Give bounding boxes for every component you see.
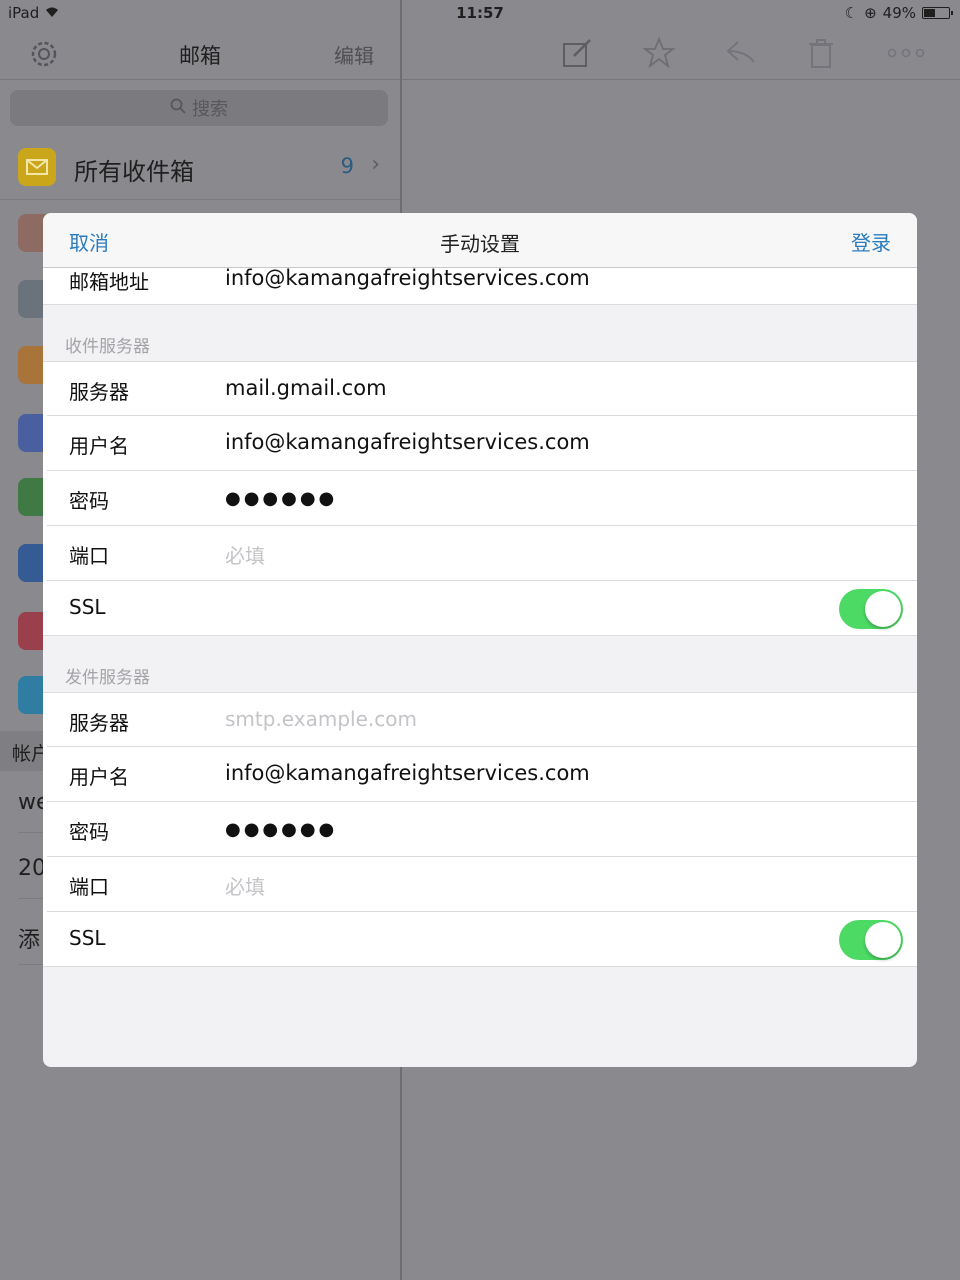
status-bar: iPad 11:57 ☾ ⊕ 49% [0,0,960,26]
message-toolbar [402,26,960,80]
incoming-username-field[interactable]: info@kamangafreightservices.com [225,430,590,454]
sidebar-header: 邮箱 编辑 [0,26,400,80]
search-placeholder: 搜索 [192,99,228,120]
outgoing-username-field[interactable]: info@kamangafreightservices.com [225,761,590,785]
incoming-password-row[interactable]: 密码 ●●●●●● [43,471,917,526]
outgoing-ssl-row: SSL [43,912,917,967]
outgoing-server-row[interactable]: 服务器 smtp.example.com [43,692,917,747]
incoming-server-label: 服务器 [69,380,129,404]
email-address-label: 邮箱地址 [69,270,149,294]
incoming-port-row[interactable]: 端口 必填 [43,526,917,581]
incoming-password-field[interactable]: ●●●●●● [225,488,337,509]
outgoing-username-row[interactable]: 用户名 info@kamangafreightservices.com [43,747,917,802]
incoming-server-row[interactable]: 服务器 mail.gmail.com [43,361,917,416]
battery-percent: 49% [882,4,916,22]
email-address-row[interactable]: 邮箱地址 info@kamangafreightservices.com [43,266,917,305]
reply-icon[interactable] [724,36,758,70]
status-time: 11:57 [456,4,504,22]
rotation-lock-icon: ⊕ [864,4,877,22]
incoming-username-label: 用户名 [69,434,129,458]
sheet-title: 手动设置 [440,232,520,256]
unread-count: 9 [340,154,354,178]
inbox-label: 所有收件箱 [74,158,194,186]
incoming-port-field[interactable]: 必填 [225,540,265,569]
outgoing-server-label: 服务器 [69,711,129,735]
incoming-ssl-toggle[interactable] [839,589,903,629]
star-icon[interactable] [642,36,676,70]
search-input[interactable]: 搜索 [10,90,388,126]
sheet-nav-bar: 取消 手动设置 登录 [43,213,917,268]
incoming-port-label: 端口 [69,544,109,568]
outgoing-server-section-title: 发件服务器 [65,668,150,688]
moon-icon: ☾ [844,4,859,22]
outgoing-password-row[interactable]: 密码 ●●●●●● [43,802,917,857]
trash-icon[interactable] [804,36,838,70]
manual-setup-sheet: 取消 手动设置 登录 邮箱地址 info@kamangafreightservi… [43,213,917,1067]
battery-icon [922,7,953,19]
divider [43,635,917,636]
divider [43,304,917,305]
outgoing-ssl-label: SSL [69,926,106,950]
envelope-icon [18,148,56,186]
outgoing-server-field[interactable]: smtp.example.com [225,707,417,731]
status-right: ☾ ⊕ 49% [844,4,953,22]
outgoing-port-field[interactable]: 必填 [225,871,265,900]
email-address-field[interactable]: info@kamangafreightservices.com [225,266,590,290]
login-button[interactable]: 登录 [851,227,891,256]
outgoing-port-row[interactable]: 端口 必填 [43,857,917,912]
all-inboxes-row[interactable]: 所有收件箱 9 › [0,138,400,200]
outgoing-port-label: 端口 [69,875,109,899]
incoming-ssl-label: SSL [69,595,106,619]
incoming-username-row[interactable]: 用户名 info@kamangafreightservices.com [43,416,917,471]
chevron-right-icon: › [371,152,380,177]
divider [43,966,917,967]
search-icon [170,98,186,119]
edit-button[interactable]: 编辑 [334,40,374,69]
outgoing-password-field[interactable]: ●●●●●● [225,819,337,840]
incoming-ssl-row: SSL [43,581,917,636]
more-icon[interactable] [886,36,926,70]
outgoing-password-label: 密码 [69,820,109,844]
compose-icon[interactable] [560,36,594,70]
outgoing-ssl-toggle[interactable] [839,920,903,960]
incoming-server-section-title: 收件服务器 [65,337,150,357]
toggle-knob [865,591,901,627]
toggle-knob [865,922,901,958]
outgoing-username-label: 用户名 [69,765,129,789]
incoming-server-field[interactable]: mail.gmail.com [225,376,387,400]
incoming-password-label: 密码 [69,489,109,513]
